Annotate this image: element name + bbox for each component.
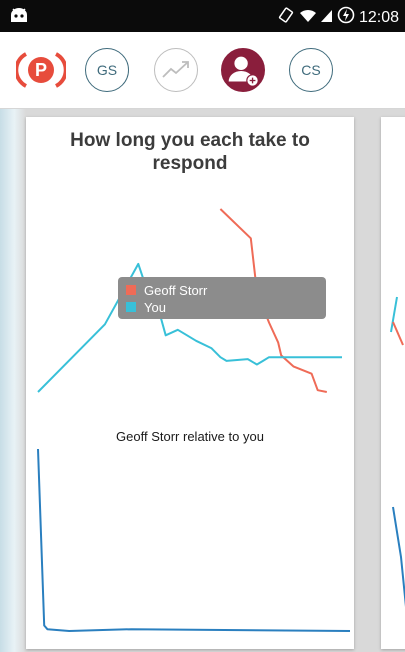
toolbar: P GS CS [0, 32, 405, 109]
content-area[interactable]: How long you each take to respond Geoff … [0, 109, 405, 652]
next-card-chart [390, 296, 405, 608]
contact-gs-button[interactable]: GS [82, 46, 132, 94]
contact-gs-avatar: GS [85, 48, 129, 92]
series-line-relative [37, 448, 351, 632]
android-icon [8, 6, 30, 29]
scroll-edge-glow [0, 109, 26, 652]
next-card-peek[interactable] [381, 117, 405, 649]
contact-cs-avatar: CS [289, 48, 333, 92]
app-logo-letter: P [34, 60, 47, 80]
rotate-icon [277, 6, 295, 29]
status-bar: 12:08 [0, 0, 405, 32]
contact-cs-label: CS [301, 62, 321, 78]
add-contact-icon [221, 48, 265, 92]
response-time-card[interactable]: How long you each take to respond Geoff … [26, 117, 354, 649]
stats-button[interactable] [151, 46, 201, 94]
status-time: 12:08 [358, 8, 399, 26]
contact-gs-label: GS [96, 62, 118, 78]
wifi-icon [299, 6, 317, 29]
contact-cs-button[interactable]: CS [286, 46, 336, 94]
peek-line-1 [392, 321, 404, 346]
app-logo-button[interactable]: P [16, 46, 66, 94]
peek-line-2 [392, 506, 405, 608]
data-saver-icon [337, 6, 355, 29]
relative-chart [37, 448, 351, 632]
trend-chart-icon [154, 48, 198, 92]
signal-icon [320, 6, 333, 29]
add-contact-button[interactable] [218, 46, 268, 94]
